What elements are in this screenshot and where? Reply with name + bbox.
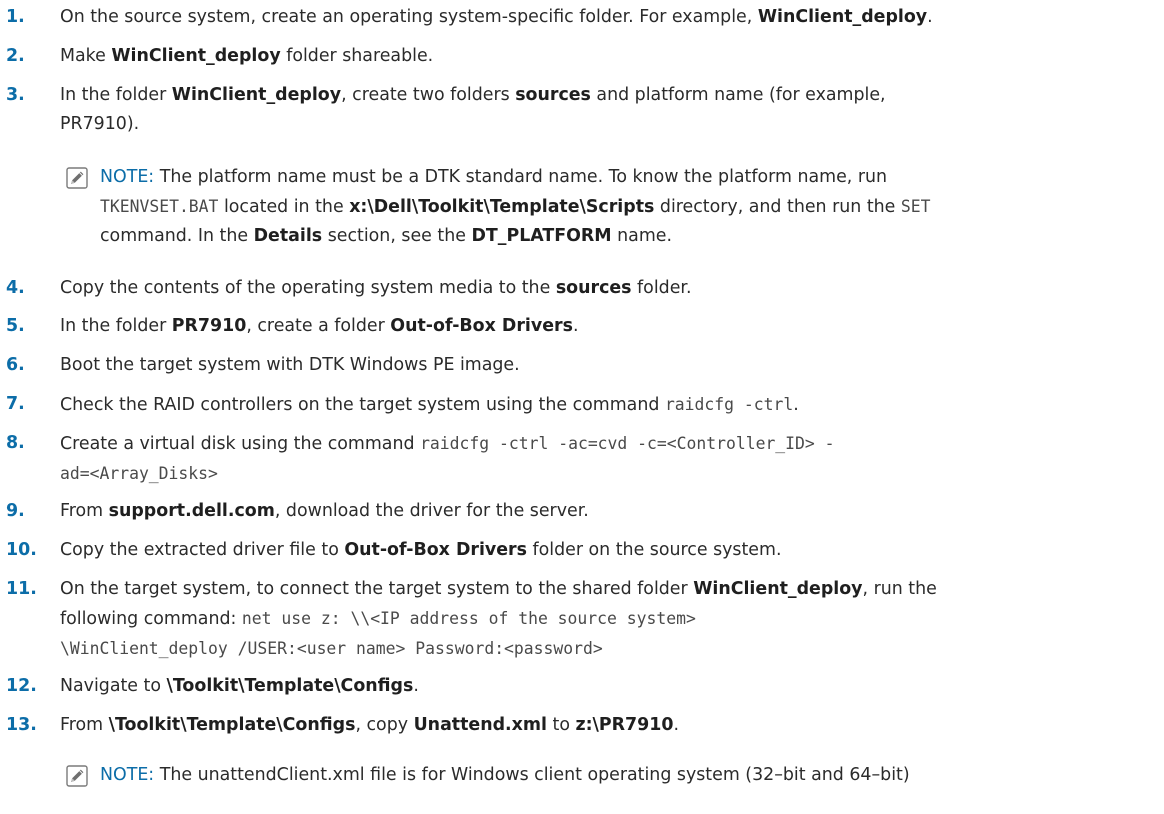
step-text: Create a virtual disk using the command …	[60, 434, 835, 483]
step-number: 1.	[6, 7, 25, 27]
step-number: 10.	[6, 540, 37, 560]
step-text: Check the RAID controllers on the target…	[60, 395, 799, 415]
step-text: Make WinClient_deploy folder shareable.	[60, 46, 434, 66]
step-number: 7.	[6, 394, 25, 414]
step-text: Copy the extracted driver file to Out-of…	[60, 540, 782, 560]
step-number: 8.	[6, 433, 25, 453]
step-text: Navigate to \Toolkit\Template\Configs.	[60, 676, 419, 696]
step-text: From \Toolkit\Template\Configs, copy Una…	[60, 715, 679, 735]
step-text: On the source system, create an operatin…	[60, 7, 933, 27]
step-text: In the folder WinClient_deploy, create t…	[60, 85, 886, 134]
step-text: Boot the target system with DTK Windows …	[60, 355, 520, 375]
step-number: 5.	[6, 316, 25, 336]
step-number: 9.	[6, 501, 25, 521]
step-text: In the folder PR7910, create a folder Ou…	[60, 316, 579, 336]
step-number: 4.	[6, 278, 25, 298]
note-label: NOTE:	[100, 167, 155, 187]
step-number: 11.	[6, 579, 37, 599]
step-number: 3.	[6, 85, 25, 105]
note-text: NOTE: The unattendClient.xml file is for…	[100, 765, 910, 785]
step-number: 12.	[6, 676, 37, 696]
note-label: NOTE:	[100, 765, 155, 785]
pencil-note-icon	[66, 167, 88, 189]
step-number: 13.	[6, 715, 37, 735]
step-number: 2.	[6, 46, 25, 66]
step-text: On the target system, to connect the tar…	[60, 579, 937, 658]
step-text: From support.dell.com, download the driv…	[60, 501, 589, 521]
note-text: NOTE: The platform name must be a DTK st…	[100, 167, 931, 246]
step-number: 6.	[6, 355, 25, 375]
step-text: Copy the contents of the operating syste…	[60, 278, 692, 298]
pencil-note-icon	[66, 765, 88, 787]
